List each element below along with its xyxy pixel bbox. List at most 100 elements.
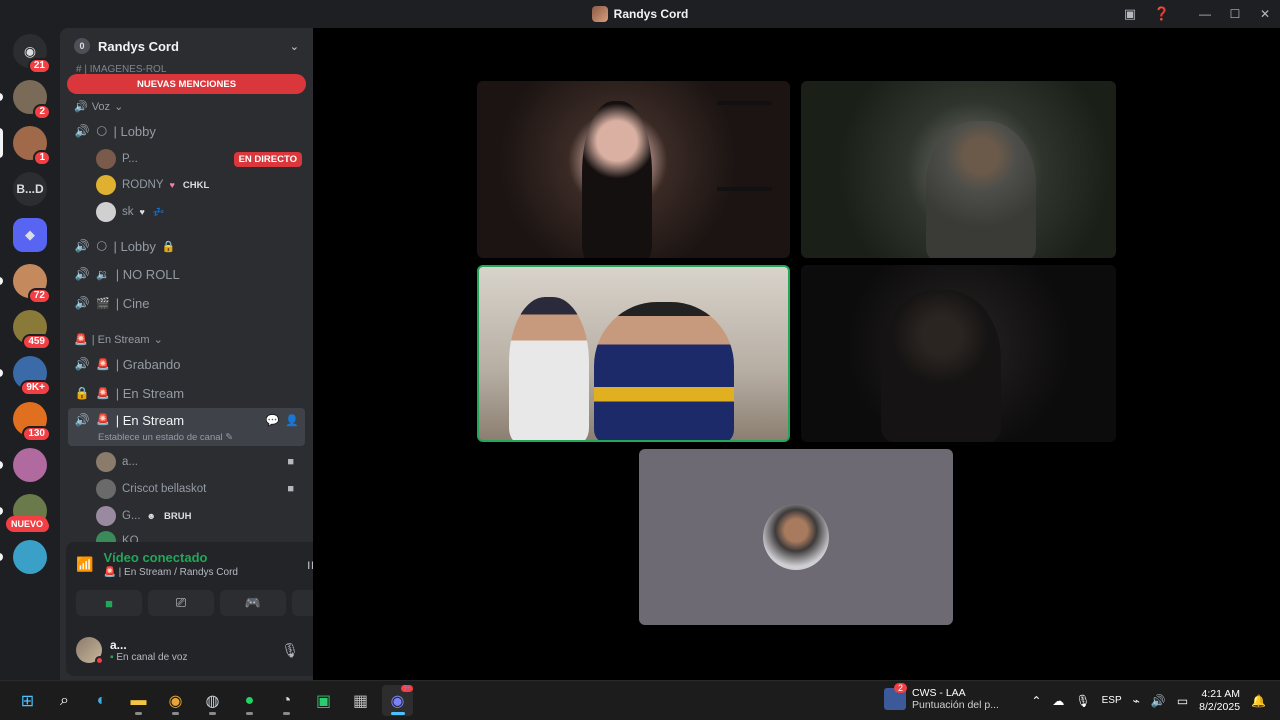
channel-label: | En Stream (115, 413, 185, 428)
server-icon-11[interactable] (0, 540, 47, 574)
home-button[interactable]: ◉ 21 (13, 34, 51, 74)
server-header[interactable]: 0 Randys Cord ⌄ (60, 28, 313, 64)
discord-taskbar-icon[interactable]: ◉ 9+ (382, 685, 413, 716)
news-widget[interactable]: 2 CWS - LAA Puntuación del p... (884, 683, 999, 711)
unread-pill (0, 277, 3, 285)
server-icon-7[interactable]: 9K+ (0, 356, 51, 396)
title-bar: Randys Cord ▣ ❓ — ☐ ✕ (0, 0, 1280, 28)
voice-channel-icon: 🔊 (74, 239, 90, 253)
xbox-app-icon[interactable]: ▣ (308, 685, 339, 716)
lock-icon: 🔒 (161, 240, 176, 253)
activities-button[interactable]: 🎮 (220, 590, 286, 616)
user-status-text: En canal de voz (116, 651, 188, 663)
server-icon-1[interactable]: 2 (0, 80, 51, 120)
server-icon-3[interactable]: B...D (13, 172, 47, 206)
volume-icon[interactable]: 🔊 (1151, 694, 1166, 708)
steam-icon[interactable]: ◍ (197, 685, 228, 716)
home-badge: 21 (27, 58, 51, 74)
channel-cine[interactable]: 🔊 🎬 | Cine (68, 290, 305, 316)
channel-en-stream-locked[interactable]: 🔒 🚨 | En Stream (68, 380, 305, 406)
user-name: a... (122, 456, 138, 468)
battery-icon[interactable]: ▭ (1177, 694, 1188, 708)
server-badge: 1 (33, 150, 51, 166)
calculator-icon[interactable]: ▦ (345, 685, 376, 716)
signal-icon[interactable]: 📶 (76, 556, 93, 573)
server-icon-6[interactable]: 459 (13, 310, 51, 350)
help-icon[interactable]: ❓ (1144, 0, 1180, 28)
maximize-icon[interactable]: ☐ (1220, 0, 1250, 28)
participant-video (594, 302, 734, 440)
spotify-icon[interactable]: ● (234, 685, 265, 716)
server-icon-4[interactable]: ◆ (13, 218, 47, 252)
pencil-icon: ✎ (225, 432, 234, 443)
channel-status[interactable]: Establece un estado de canal ✎ (98, 432, 233, 443)
voice-user[interactable]: a... ■ (96, 450, 302, 474)
voice-user[interactable]: sk ♥ 💤 (96, 200, 302, 224)
avatar-tile[interactable] (639, 449, 953, 625)
network-icon[interactable]: ⌁ (1133, 694, 1140, 708)
channel-label: | Grabando (115, 356, 181, 372)
cloud-icon[interactable]: ☁ (1052, 694, 1064, 708)
server-icon-8[interactable]: 130 (13, 402, 51, 442)
category-en-stream[interactable]: 🚨 | En Stream ⌄ (74, 333, 163, 347)
server-icon-9[interactable] (0, 448, 47, 482)
chrome-icon[interactable]: ◉ (160, 685, 191, 716)
minimize-icon[interactable]: — (1190, 0, 1220, 28)
channel-lobby[interactable]: 🔊 🌕 | Lobby (68, 118, 305, 144)
chevron-down-icon[interactable]: ⌄ (290, 40, 299, 53)
microphone-icon[interactable]: 🎙 (281, 642, 299, 659)
server-name: Randys Cord (98, 38, 179, 54)
app-icon[interactable]: ◔ (271, 685, 302, 716)
close-icon[interactable]: ✕ (1250, 0, 1280, 28)
video-tile[interactable] (477, 81, 790, 258)
voice-user[interactable]: Criscot bellaskot ■ (96, 477, 302, 501)
channel-no-roll[interactable]: 🔊 🔉 | NO ROLL (68, 261, 305, 287)
voice-status-title[interactable]: Vídeo conectado (103, 550, 238, 565)
avatar (96, 149, 116, 169)
invite-user-icon[interactable]: 👤 (285, 414, 299, 427)
windows-start-icon[interactable]: ⊞ (12, 685, 43, 716)
video-tile-speaking[interactable] (477, 265, 790, 442)
channel-label: | NO ROLL (115, 266, 180, 282)
channel-sidebar: 0 Randys Cord ⌄ # | IMAGENES-ROL NUEVAS … (60, 28, 313, 680)
server-icon-2[interactable]: 1 (0, 126, 51, 166)
channel-grabando[interactable]: 🔊 🚨 | Grabando (68, 351, 305, 377)
chevron-up-icon[interactable]: ⌃ (1031, 694, 1041, 708)
participant-video (881, 290, 1001, 442)
news-subtitle: Puntuación del p... (912, 699, 999, 711)
notification-icon[interactable]: 🔔 (1251, 694, 1266, 708)
video-stage (313, 28, 1280, 680)
video-tile[interactable] (801, 265, 1116, 442)
status-dot (95, 656, 104, 665)
video-tile[interactable] (801, 81, 1116, 258)
participant-video (582, 101, 652, 258)
avatar (96, 506, 116, 526)
new-mentions-bar[interactable]: NUEVAS MENCIONES (67, 74, 306, 94)
user-info[interactable]: a... ▪ En canal de voz (110, 638, 188, 663)
avatar[interactable] (76, 637, 104, 665)
server-icon-5[interactable]: 72 (0, 264, 51, 304)
microphone-icon[interactable]: 🎙 (1075, 694, 1090, 708)
running-indicator (172, 712, 179, 715)
file-explorer-icon[interactable]: ▬ (123, 685, 154, 716)
category-voz[interactable]: 🔊 Voz ⌄ (74, 100, 123, 114)
input-language[interactable]: ESP (1102, 695, 1122, 706)
search-icon[interactable]: ⌕ (49, 685, 80, 716)
voice-user[interactable]: P... EN DIRECTO (96, 147, 302, 171)
voice-user[interactable]: RODNY ♥ CHKL (96, 173, 302, 197)
soundboard-button[interactable]: ♫ (292, 590, 313, 616)
channel-en-stream-active[interactable]: 🔊 🚨 | En Stream Establece un estado de c… (68, 408, 305, 446)
camera-button[interactable]: ■ (76, 590, 142, 616)
chat-bubble-icon[interactable]: 💬 (266, 414, 280, 427)
new-servers-badge[interactable]: NUEVO (6, 516, 49, 532)
clock[interactable]: 4:21 AM 8/2/2025 (1199, 688, 1240, 714)
edge-icon[interactable]: ◐ (86, 685, 117, 716)
screen-share-button[interactable]: ⎚ (148, 590, 214, 616)
voice-user[interactable]: G... ☻ BRUH (96, 504, 302, 528)
channel-label: | Lobby (113, 123, 156, 139)
channel-lobby-locked[interactable]: 🔊 🌕 | Lobby 🔒 (68, 233, 305, 259)
inbox-icon[interactable]: ▣ (1116, 0, 1144, 28)
channel-label: | En Stream (115, 385, 185, 401)
voice-channel-path[interactable]: 🚨 | En Stream / Randys Cord (103, 567, 238, 578)
avatar (763, 504, 829, 570)
